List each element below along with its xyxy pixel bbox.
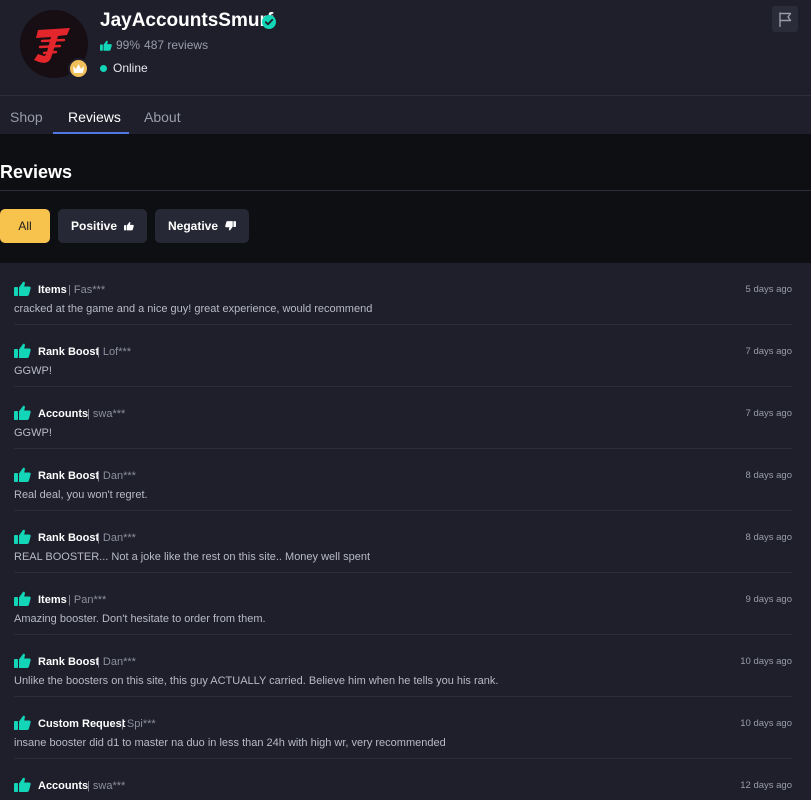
review-date: 8 days ago (745, 470, 792, 481)
review-date: 9 days ago (745, 594, 792, 605)
review-text: cracked at the game and a nice guy! grea… (14, 303, 373, 315)
section-title: Reviews (0, 162, 73, 182)
review-category: Rank Boost (38, 532, 100, 544)
review-category: Items (38, 594, 67, 606)
review-text: GGWP! (14, 427, 52, 439)
review-date: 8 days ago (745, 532, 792, 543)
review-text: Real deal, you won't regret. (14, 489, 148, 501)
review-user: | Lof*** (97, 346, 132, 358)
review-item: Rank Boost | Dan*** 8 days ago Real deal… (0, 449, 811, 511)
review-user: | Fas*** (68, 284, 106, 296)
online-status: Online (100, 61, 148, 75)
filter-positive-button[interactable]: Positive (58, 209, 147, 243)
thumbs-up-icon (124, 221, 134, 231)
review-user: | swa*** (87, 780, 126, 792)
seller-header: JayAccountsSmurf 99% 487 reviews Online (0, 0, 811, 96)
review-date: 10 days ago (740, 656, 792, 667)
review-category: Items (38, 284, 67, 296)
review-user: | Spi*** (121, 718, 156, 730)
review-username: Dan*** (102, 656, 136, 668)
review-username: Dan*** (102, 470, 136, 482)
review-date: 10 days ago (740, 718, 792, 729)
review-item: Items | Fas*** 5 days ago cracked at the… (0, 263, 811, 325)
verified-icon (262, 15, 276, 29)
review-user: | Dan*** (97, 532, 136, 544)
review-user: | Dan*** (97, 470, 136, 482)
review-username: swa*** (92, 408, 126, 420)
thumbs-up-icon (14, 529, 31, 544)
tab-about[interactable]: About (144, 109, 181, 125)
reviews-count: 487 reviews (144, 38, 209, 52)
review-category: Custom Request (38, 718, 126, 730)
review-item: Rank Boost | Lof*** 7 days ago GGWP! (0, 325, 811, 387)
review-date: 7 days ago (745, 346, 792, 357)
review-item: Rank Boost | Dan*** 8 days ago REAL BOOS… (0, 511, 811, 573)
report-flag-button[interactable] (772, 6, 798, 32)
tab-reviews[interactable]: Reviews (68, 109, 121, 125)
review-user: | Pan*** (68, 594, 107, 606)
review-username: Pan*** (73, 594, 107, 606)
review-item: Accounts | swa*** 7 days ago GGWP! (0, 387, 811, 449)
tab-shop[interactable]: Shop (10, 109, 43, 125)
review-date: 12 days ago (740, 780, 792, 791)
review-text: insane booster did d1 to master na duo i… (14, 737, 446, 749)
review-username: Spi*** (126, 718, 156, 730)
filter-all-button[interactable]: All (0, 209, 50, 243)
thumbs-up-icon (14, 343, 31, 358)
review-username: Lof*** (102, 346, 132, 358)
review-item: Custom Request | Spi*** 10 days ago insa… (0, 697, 811, 759)
review-text: Unlike the boosters on this site, this g… (14, 675, 499, 687)
flag-icon (779, 11, 792, 27)
review-list: Items | Fas*** 5 days ago cracked at the… (0, 263, 811, 800)
thumbs-up-icon (14, 715, 31, 730)
review-text: Amazing booster. Don't hesitate to order… (14, 613, 266, 625)
review-category: Accounts (38, 780, 89, 792)
review-text: REAL BOOSTER... Not a joke like the rest… (14, 551, 371, 563)
review-category: Rank Boost (38, 656, 100, 668)
review-username: Fas*** (73, 284, 106, 296)
review-category: Rank Boost (38, 470, 100, 482)
seller-rating: 99% 487 reviews (100, 38, 208, 52)
online-status-label: Online (113, 61, 148, 75)
thumbs-up-icon (14, 467, 31, 482)
review-user: | Dan*** (97, 656, 136, 668)
online-dot-icon (100, 64, 107, 72)
review-username: swa*** (92, 780, 126, 792)
review-date: 5 days ago (745, 284, 792, 295)
review-item: Items | Pan*** 9 days ago Amazing booste… (0, 573, 811, 635)
profile-tabs: Shop Reviews About (0, 96, 811, 134)
review-username: Dan*** (102, 532, 136, 544)
review-text: GGWP! (14, 365, 52, 377)
reviews-section-header (0, 134, 811, 263)
filter-positive-label: Positive (71, 219, 118, 233)
rating-percent: 99% (116, 38, 141, 52)
thumbs-up-icon (14, 281, 31, 296)
seller-name: JayAccountsSmurf (100, 10, 274, 31)
review-item: Rank Boost | Dan*** 10 days ago Unlike t… (0, 635, 811, 697)
thumbs-down-icon (225, 221, 236, 231)
filter-negative-label: Negative (168, 219, 219, 233)
thumbs-up-icon (14, 591, 31, 606)
thumbs-up-icon (14, 653, 31, 668)
filter-all-label: All (18, 219, 32, 233)
thumbs-up-icon (100, 40, 112, 51)
filter-negative-button[interactable]: Negative (155, 209, 249, 243)
review-item: Accounts | swa*** 12 days ago (0, 759, 811, 800)
thumbs-up-icon (14, 405, 31, 420)
review-category: Rank Boost (38, 346, 100, 358)
crown-badge-icon (68, 58, 89, 79)
section-divider (0, 190, 811, 191)
review-user: | swa*** (87, 408, 126, 420)
review-category: Accounts (38, 408, 89, 420)
review-date: 7 days ago (745, 408, 792, 419)
thumbs-up-icon (14, 777, 31, 792)
